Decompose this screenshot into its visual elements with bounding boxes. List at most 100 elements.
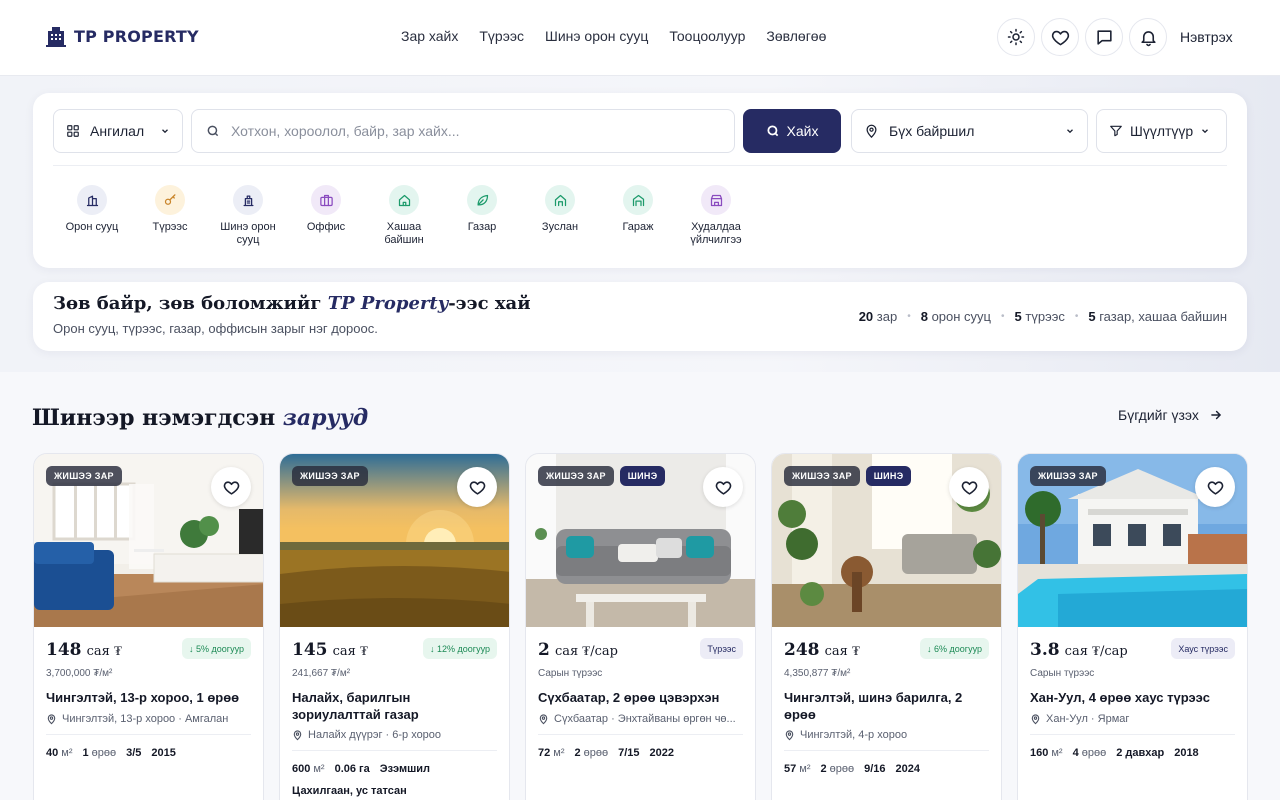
favorite-button[interactable] xyxy=(211,467,251,507)
theme-toggle-button[interactable] xyxy=(997,18,1035,56)
listing-title[interactable]: Сүхбаатар, 2 өрөө цэвэрхэн xyxy=(538,689,743,706)
price-per-unit: 4,350,877 ₮/м² xyxy=(784,668,851,679)
nav-new-apartments[interactable]: Шинэ орон сууц xyxy=(545,28,648,44)
category-label: Түрээс xyxy=(152,221,188,233)
nav-rent[interactable]: Түрээс xyxy=(479,28,524,44)
spec-item: 7/15 xyxy=(618,747,640,759)
nav-calculator[interactable]: Тооцоолуур xyxy=(669,28,745,44)
listing-title[interactable]: Налайх, барилгын зориулалттай газар xyxy=(292,689,497,723)
price-chip: ↓ 5% доогуур xyxy=(182,638,251,659)
listing-card[interactable]: ЖИШЭЭ ЗАР ШИНЭ 2 сая ₮/сар Түрээс Сарын түрэ… xyxy=(525,453,756,800)
category-label: Ангилал xyxy=(90,123,145,139)
search-icon xyxy=(207,125,219,137)
category-item[interactable]: Худалдаа үйлчилгээ xyxy=(677,185,755,247)
category-list: Орон сууц Түрээс Шинэ орон сууц Оффис Хашаа … xyxy=(53,185,755,247)
info-banner: Зөв байр, зөв боломжийг TP Property-ээс … xyxy=(33,282,1247,351)
stat-total: 20 зар xyxy=(858,309,898,324)
spec-item: 0.06 га xyxy=(334,763,370,775)
listing-location: Чингэлтэй, 13-р хороо · Амгалан xyxy=(46,713,246,725)
listing-card[interactable]: ЖИШЭЭ ЗАР 148 сая ₮ ↓ 5% доогуур 3,700,000 … xyxy=(33,453,264,800)
divider xyxy=(538,734,743,735)
logo[interactable]: TP PROPERTY xyxy=(46,25,199,47)
map-pin-icon xyxy=(47,713,56,724)
new-badge: ШИНЭ xyxy=(619,466,666,486)
briefcase-icon xyxy=(319,194,333,206)
category-item[interactable]: Орон сууц xyxy=(53,185,131,247)
favorite-button[interactable] xyxy=(949,467,989,507)
listing-card[interactable]: ЖИШЭЭ ЗАР ШИНЭ 248 сая ₮ ↓ 6% доогуур 4,350,… xyxy=(771,453,1002,800)
category-item[interactable]: Газар xyxy=(443,185,521,247)
top-header: TP PROPERTY Зар хайх Түрээс Шинэ орон су… xyxy=(0,0,1280,76)
login-link[interactable]: Нэвтрэх xyxy=(1180,29,1233,45)
listing-title[interactable]: Хан-Уул, 4 өрөө хаус түрээс xyxy=(1030,689,1235,706)
category-item[interactable]: Зуслан xyxy=(521,185,599,247)
price-chip: Түрээс xyxy=(700,638,743,659)
badge-group: ЖИШЭЭ ЗАР ШИНЭ xyxy=(784,466,912,486)
category-label: Худалдаа үйлчилгээ xyxy=(690,221,742,246)
category-item[interactable]: Түрээс xyxy=(131,185,209,247)
listing-card[interactable]: ЖИШЭЭ ЗАР 145 сая ₮ ↓ 12% доогуур 241,667 ₮… xyxy=(279,453,510,800)
location-label: Бүх байршил xyxy=(889,123,975,139)
category-item[interactable]: Хашаа байшин xyxy=(365,185,443,247)
badge-group: ЖИШЭЭ ЗАР xyxy=(292,466,368,486)
listing-price: 148 сая ₮ xyxy=(46,640,122,660)
spec-item: 2 өрөө xyxy=(820,763,855,775)
category-label: Шинэ орон сууц xyxy=(220,221,276,246)
info-title: Зөв байр, зөв боломжийг TP Property-ээс … xyxy=(53,293,531,314)
messages-button[interactable] xyxy=(1085,18,1123,56)
key-icon xyxy=(164,193,175,205)
heart-icon xyxy=(961,480,977,495)
category-icon-wrap xyxy=(77,185,107,215)
category-icon-wrap xyxy=(701,185,731,215)
heart-icon xyxy=(1207,480,1223,495)
brand-name: TP Property xyxy=(327,293,449,314)
listing-title[interactable]: Чингэлтэй, 13-р хороо, 1 өрөө xyxy=(46,689,251,706)
chevron-down-icon xyxy=(1067,129,1073,134)
stat-separator: • xyxy=(1074,311,1079,322)
favorite-button[interactable] xyxy=(457,467,497,507)
bell-icon xyxy=(1140,30,1156,46)
category-icon-wrap xyxy=(389,185,419,215)
location-dropdown[interactable]: Бүх байршил xyxy=(851,109,1088,153)
map-pin-icon xyxy=(866,124,877,138)
stat-land: 5 газар, хашаа байшин xyxy=(1088,309,1227,324)
listing-specs: 40 м² 1 өрөө 3/5 2015 xyxy=(46,747,176,759)
favorites-button[interactable] xyxy=(1041,18,1079,56)
listing-specs: 600 м² 0.06 га Эзэмшил xyxy=(292,763,430,775)
listing-card[interactable]: ЖИШЭЭ ЗАР 3.8 сая ₮/сар Хаус түрээс Сарын т… xyxy=(1017,453,1248,800)
nav-search-listings[interactable]: Зар хайх xyxy=(401,28,458,44)
filter-button[interactable]: Шүүлтүүр xyxy=(1096,109,1227,153)
favorite-button[interactable] xyxy=(703,467,743,507)
filter-label: Шүүлтүүр xyxy=(1130,123,1194,139)
category-icon-wrap xyxy=(233,185,263,215)
category-dropdown[interactable]: Ангилал xyxy=(53,109,183,153)
divider xyxy=(292,750,497,751)
category-label: Газар xyxy=(467,221,497,233)
nav-advice[interactable]: Зөвлөгөө xyxy=(766,28,826,44)
spec-item: 40 м² xyxy=(46,747,73,759)
category-item[interactable]: Гараж xyxy=(599,185,677,247)
heart-icon xyxy=(715,480,731,495)
heart-icon xyxy=(223,480,239,495)
notifications-button[interactable] xyxy=(1129,18,1167,56)
see-all-link[interactable]: Бүгдийг үзэх xyxy=(1118,407,1223,423)
filter-icon xyxy=(1110,125,1122,137)
category-label: Оффис xyxy=(306,221,346,233)
arrow-right-icon xyxy=(1211,410,1222,420)
category-item[interactable]: Оффис xyxy=(287,185,365,247)
search-button[interactable]: Хайх xyxy=(743,109,841,153)
badge-group: ЖИШЭЭ ЗАР xyxy=(46,466,122,486)
search-input[interactable] xyxy=(231,123,711,139)
listing-title[interactable]: Чингэлтэй, шинэ барилга, 2 өрөө xyxy=(784,689,989,723)
favorite-button[interactable] xyxy=(1195,467,1235,507)
spec-item: 600 м² xyxy=(292,763,325,775)
new-badge: ШИНЭ xyxy=(865,466,912,486)
search-icon xyxy=(766,125,778,137)
house-icon xyxy=(398,194,410,206)
listing-specs: 57 м² 2 өрөө 9/16 2024 xyxy=(784,763,920,775)
listing-price: 145 сая ₮ xyxy=(292,640,368,660)
map-pin-icon xyxy=(1031,713,1040,724)
price-per-unit: Сарын түрээс xyxy=(538,668,603,679)
category-item[interactable]: Шинэ орон сууц xyxy=(209,185,287,247)
divider xyxy=(1030,734,1235,735)
